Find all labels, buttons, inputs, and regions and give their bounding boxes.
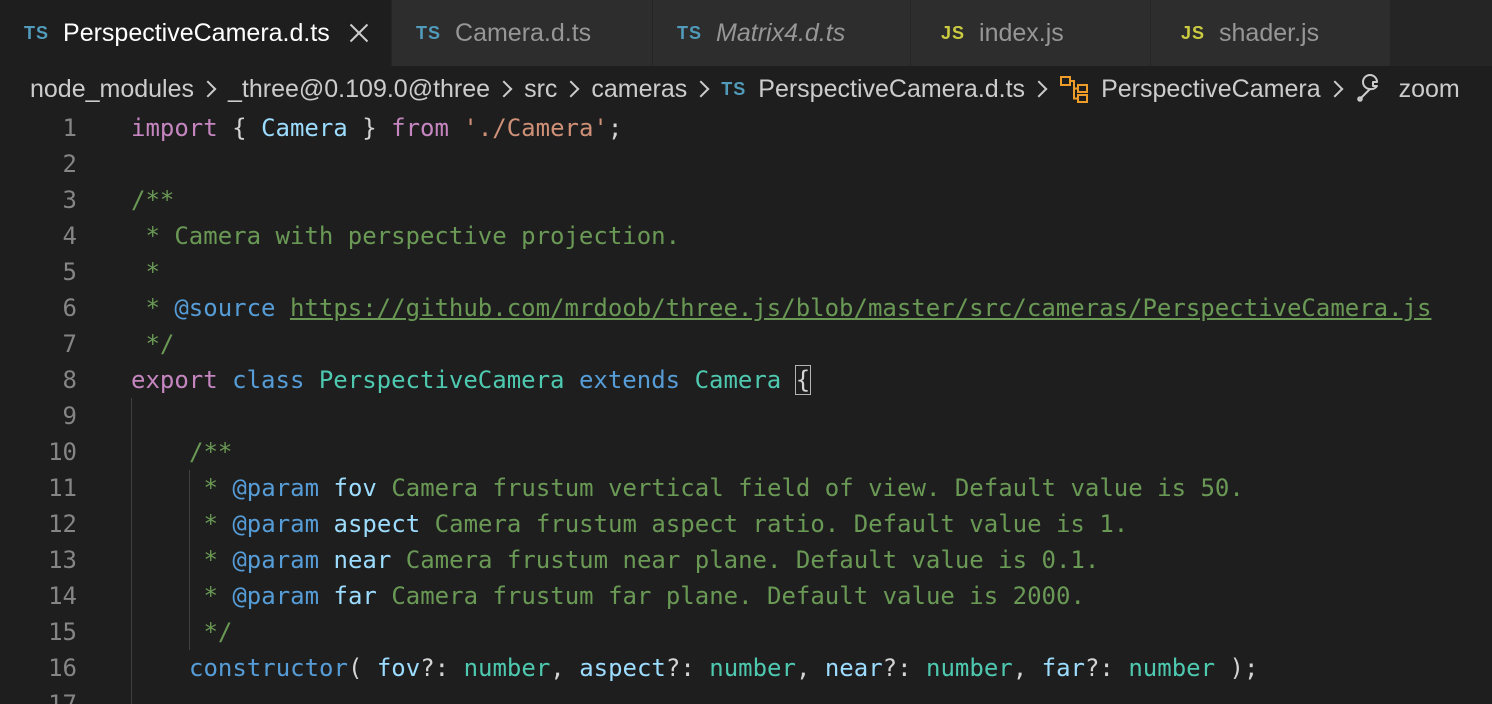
line-number: 12: [48, 510, 77, 538]
code-line: 8 export class PerspectiveCamera extends…: [0, 362, 1492, 398]
code-line: 7 */: [0, 326, 1492, 362]
breadcrumb-property-label: zoom: [1398, 74, 1460, 103]
line-number: 13: [48, 546, 77, 574]
code-line: 6 * @source https://github.com/mrdoob/th…: [0, 290, 1492, 326]
line-number: 7: [62, 330, 77, 358]
code-text: * @param aspect Camera frustum aspect ra…: [189, 510, 1129, 538]
code-text: * @param near Camera frustum near plane.…: [189, 546, 1100, 574]
code-text: import { Camera } from './Camera';: [131, 114, 623, 142]
line-number: 1: [62, 114, 77, 142]
code-text: constructor( fov?: number, aspect?: numb…: [189, 654, 1259, 682]
wrench-icon: [1356, 74, 1378, 102]
code-line: 11 * @param fov Camera frustum vertical …: [0, 470, 1492, 506]
tab-index-js[interactable]: JS index.js: [911, 0, 1151, 66]
typescript-file-icon: TS: [721, 78, 747, 99]
line-number: 2: [62, 150, 77, 178]
line-number: 14: [48, 582, 77, 610]
tab-bar: TS PerspectiveCamera.d.ts TS Camera.d.ts…: [0, 0, 1492, 66]
code-text: */: [131, 330, 175, 358]
code-text: export class PerspectiveCamera extends C…: [131, 365, 812, 395]
breadcrumb-property[interactable]: zoom: [1355, 74, 1460, 104]
line-number: 17: [48, 690, 77, 704]
editor-window: TS PerspectiveCamera.d.ts TS Camera.d.ts…: [0, 0, 1492, 704]
breadcrumb-node-modules[interactable]: node_modules: [30, 75, 194, 104]
tab-shader-js[interactable]: JS shader.js: [1151, 0, 1391, 66]
tab-label: Matrix4.d.ts: [716, 18, 846, 47]
source-link[interactable]: https://github.com/mrdoob/three.js/blob/…: [290, 294, 1432, 322]
line-number: 6: [62, 294, 77, 322]
breadcrumb-src[interactable]: src: [524, 75, 557, 104]
line-number: 15: [48, 618, 77, 646]
code-line: 1 import { Camera } from './Camera';: [0, 110, 1492, 146]
line-number: 3: [62, 186, 77, 214]
code-line: 9: [0, 398, 1492, 434]
line-number: 16: [48, 654, 77, 682]
typescript-file-icon: TS: [416, 22, 442, 43]
code-text: * Camera with perspective projection.: [131, 222, 681, 250]
chevron-right-icon: [562, 80, 580, 98]
typescript-file-icon: TS: [677, 22, 703, 43]
tab-label: Camera.d.ts: [455, 18, 592, 47]
tab-label: PerspectiveCamera.d.ts: [63, 18, 330, 47]
chevron-right-icon: [495, 80, 513, 98]
chevron-right-icon: [692, 80, 710, 98]
code-line: 16 constructor( fov?: number, aspect?: n…: [0, 650, 1492, 686]
class-symbol-icon: [1060, 76, 1089, 103]
code-editor[interactable]: 1 import { Camera } from './Camera'; 2 3…: [0, 110, 1492, 704]
code-line: 12 * @param aspect Camera frustum aspect…: [0, 506, 1492, 542]
breadcrumb-cameras[interactable]: cameras: [591, 75, 687, 104]
tab-camera-d-ts[interactable]: TS Camera.d.ts: [392, 0, 653, 66]
code-text: */: [189, 618, 233, 646]
code-line: 4 * Camera with perspective projection.: [0, 218, 1492, 254]
tab-perspectivecamera-d-ts[interactable]: TS PerspectiveCamera.d.ts: [0, 0, 392, 66]
line-number: 8: [62, 366, 77, 394]
javascript-file-icon: JS: [941, 22, 966, 43]
code-text: * @param far Camera frustum far plane. D…: [189, 582, 1085, 610]
line-number: 5: [62, 258, 77, 286]
breadcrumb-class-label: PerspectiveCamera: [1101, 74, 1321, 103]
line-number: 9: [62, 402, 77, 430]
code-line: 17: [0, 686, 1492, 704]
code-line: 10 /**: [0, 434, 1492, 470]
chevron-right-icon: [199, 80, 217, 98]
code-line: 14 * @param far Camera frustum far plane…: [0, 578, 1492, 614]
code-line: 3 /**: [0, 182, 1492, 218]
typescript-file-icon: TS: [24, 22, 50, 43]
javascript-file-icon: JS: [1181, 22, 1206, 43]
code-line: 2: [0, 146, 1492, 182]
tab-label: shader.js: [1219, 18, 1320, 47]
code-line: 5 *: [0, 254, 1492, 290]
code-line: 15 */: [0, 614, 1492, 650]
breadcrumb-file[interactable]: TS PerspectiveCamera.d.ts: [721, 75, 1025, 104]
code-text: * @source https://github.com/mrdoob/thre…: [131, 294, 1432, 322]
bracket-match: {: [794, 365, 812, 395]
close-icon[interactable]: [347, 21, 371, 45]
code-line: 13 * @param near Camera frustum near pla…: [0, 542, 1492, 578]
line-number: 10: [48, 438, 77, 466]
code-text: * @param fov Camera frustum vertical fie…: [189, 474, 1244, 502]
chevron-right-icon: [1030, 80, 1048, 98]
breadcrumb-three-package[interactable]: _three@0.109.0@three: [228, 75, 490, 104]
code-text: *: [131, 258, 160, 286]
chevron-right-icon: [1326, 80, 1344, 98]
code-text: /**: [131, 186, 175, 214]
breadcrumb: node_modules _three@0.109.0@three src ca…: [0, 66, 1492, 112]
line-number: 11: [48, 474, 77, 502]
tab-matrix4-d-ts[interactable]: TS Matrix4.d.ts: [653, 0, 911, 66]
breadcrumb-file-label: PerspectiveCamera.d.ts: [758, 74, 1026, 103]
breadcrumb-class[interactable]: PerspectiveCamera: [1059, 75, 1321, 104]
line-number: 4: [62, 222, 77, 250]
code-text: /**: [189, 438, 233, 466]
tab-label: index.js: [979, 18, 1064, 47]
